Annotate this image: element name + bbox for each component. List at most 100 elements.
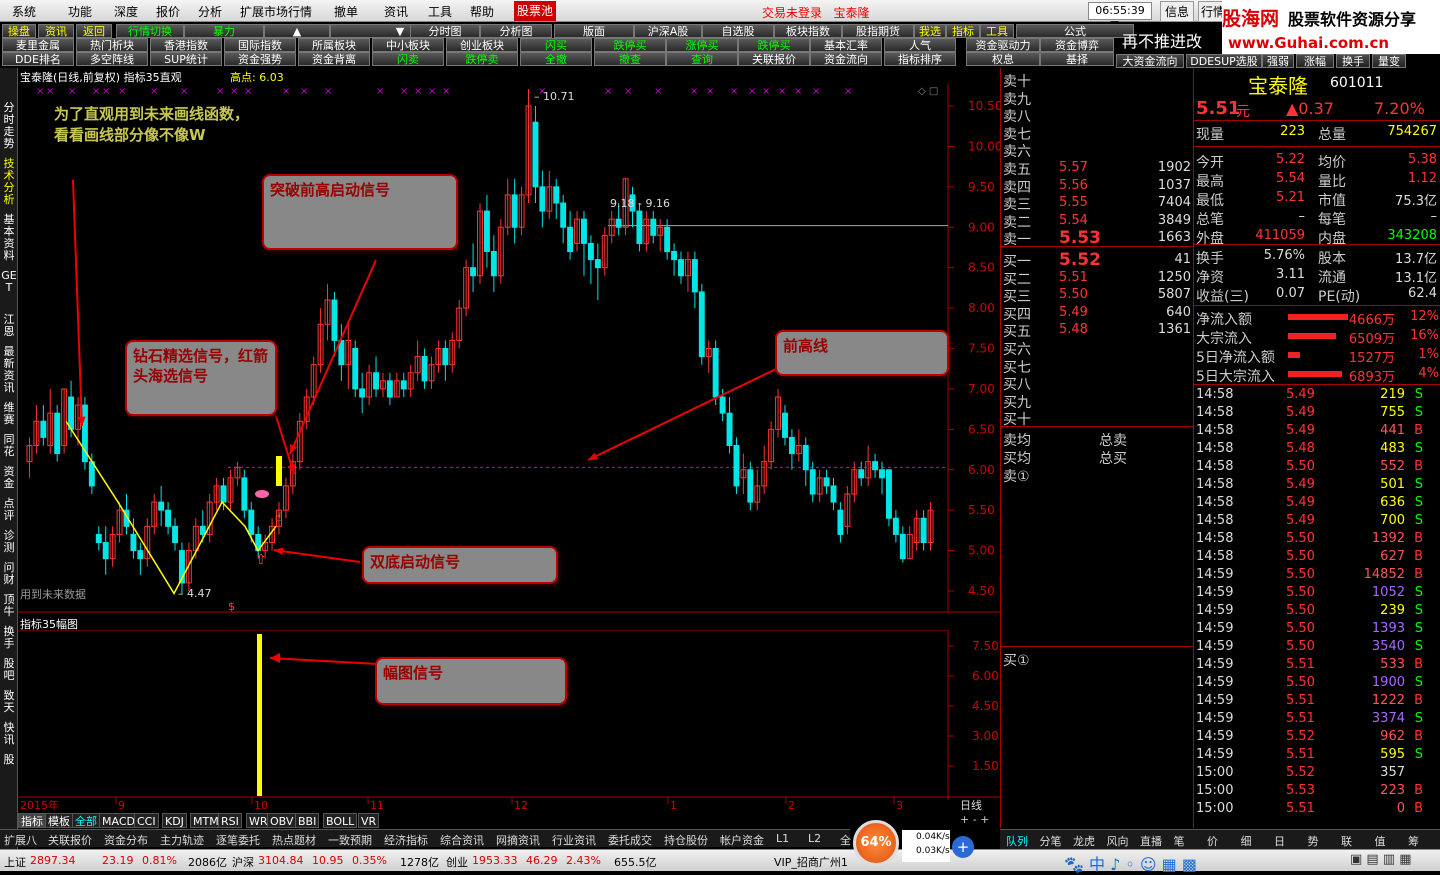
toolbar-btn-16[interactable]: 工具 — [980, 24, 1014, 38]
toolbar-btn-0[interactable]: 操盘 — [2, 24, 36, 38]
left-tab-13[interactable]: 换手 — [0, 626, 18, 650]
add-icon[interactable]: + — [952, 836, 974, 858]
right-tab-3[interactable]: 涨幅 — [1296, 54, 1334, 68]
func-tab-0[interactable]: 扩展八 — [4, 832, 37, 848]
func-tab-7[interactable]: 经济指标 — [384, 832, 428, 848]
right-tab-4[interactable]: 换手 — [1336, 54, 1370, 68]
indicator-tab-5[interactable]: KDJ — [162, 813, 187, 828]
info-button[interactable]: 信息 — [1160, 1, 1195, 22]
toolbar-row3-13[interactable]: 权息 — [966, 52, 1040, 66]
toolbar-row2-0[interactable]: 麦里金属 — [2, 38, 74, 52]
left-tab-1[interactable]: 技术分析 — [0, 158, 18, 206]
toolbar-row2-6[interactable]: 创业板块 — [446, 38, 518, 52]
zoom-controls[interactable]: + - + — [960, 813, 1000, 828]
func-tab-14[interactable]: L1 — [776, 832, 789, 845]
toolbar-row3-9[interactable]: 查询 — [666, 52, 738, 66]
toolbar-btn-5[interactable]: ▲ — [264, 24, 330, 38]
left-tab-12[interactable]: 顶牛 — [0, 594, 18, 618]
left-tab-4[interactable]: 江恩 — [0, 314, 18, 338]
right-bottom-tab-5[interactable]: 笔 — [1174, 833, 1185, 849]
right-bottom-tab-1[interactable]: 分笔 — [1040, 833, 1062, 849]
left-tab-6[interactable]: 维赛 — [0, 402, 18, 426]
indicator-tab-4[interactable]: CCI — [134, 813, 159, 828]
right-bottom-tab-6[interactable]: 价 — [1207, 833, 1218, 849]
toolbar-row3-4[interactable]: 资金背离 — [298, 52, 370, 66]
right-bottom-tab-7[interactable]: 细 — [1241, 833, 1252, 849]
vip-account[interactable]: VIP_招商广州1 — [774, 854, 848, 870]
left-tab-10[interactable]: 诊测 — [0, 530, 18, 554]
toolbar-btn-15[interactable]: 指标 — [946, 24, 980, 38]
toolbar-row2-2[interactable]: 香港指数 — [150, 38, 222, 52]
func-tab-1[interactable]: 关联报价 — [48, 832, 92, 848]
func-tab-6[interactable]: 一致预期 — [328, 832, 372, 848]
menu-analysis[interactable]: 分析 — [198, 3, 222, 20]
right-bottom-tab-4[interactable]: 直播 — [1140, 833, 1162, 849]
func-tab-8[interactable]: 综合资讯 — [440, 832, 484, 848]
left-tab-0[interactable]: 分时走势 — [0, 102, 18, 150]
toolbar-row3-2[interactable]: SUP统计 — [150, 52, 222, 66]
right-tab-5[interactable]: 量变 — [1372, 54, 1406, 68]
toolbar-row3-11[interactable]: 资金流向 — [810, 52, 882, 66]
indicator-tab-0[interactable]: 指标 — [18, 813, 46, 828]
toolbar-btn-17[interactable]: 公式 — [1016, 24, 1134, 38]
right-bottom-tab-10[interactable]: 联 — [1341, 833, 1352, 849]
indicator-tab-6[interactable]: MTM — [190, 813, 222, 828]
toolbar-row2-13[interactable]: 资金驱动力 — [966, 38, 1040, 52]
left-tab-9[interactable]: 点评 — [0, 498, 18, 522]
toolbar-row2-3[interactable]: 国际指数 — [224, 38, 296, 52]
toolbar-row2-9[interactable]: 涨停买 — [666, 38, 738, 52]
right-tab-1[interactable]: DDESUP选股 — [1186, 54, 1262, 68]
menu-help[interactable]: 帮助 — [470, 3, 494, 20]
indicator-tab-9[interactable]: OBV — [267, 813, 297, 828]
toolbar-row3-10[interactable]: 关联报价 — [738, 52, 810, 66]
toolbar-row3-3[interactable]: 资金强势 — [224, 52, 296, 66]
left-tab-8[interactable]: 资金 — [0, 466, 18, 490]
toolbar-btn-9[interactable]: 版面 — [554, 24, 634, 38]
toolbar-row2-5[interactable]: 中小板块 — [372, 38, 444, 52]
toolbar-row2-1[interactable]: 热门析块 — [76, 38, 148, 52]
right-bottom-tab-12[interactable]: 筹 — [1408, 833, 1419, 849]
toolbar-row2-14[interactable]: 资金博弈 — [1040, 38, 1114, 52]
menu-cancel-order[interactable]: 撤单 — [334, 3, 358, 20]
toolbar-row3-12[interactable]: 指标排序 — [884, 52, 956, 66]
left-tab-2[interactable]: 基本资料 — [0, 214, 18, 262]
toolbar-btn-4[interactable]: 暴力 — [184, 24, 264, 38]
toolbar-btn-7[interactable]: 分时图 — [410, 24, 480, 38]
right-bottom-tab-8[interactable]: 日 — [1274, 833, 1285, 849]
left-tab-17[interactable]: 股 — [0, 754, 18, 766]
toolbar-btn-14[interactable]: 我选 — [914, 24, 946, 38]
tray-icons[interactable]: ▣ ▤ ▥ ▦ — [1350, 852, 1412, 867]
indicator-tab-2[interactable]: 全部 — [72, 813, 100, 828]
toolbar-row2-10[interactable]: 跌停买 — [738, 38, 810, 52]
hs-index-label[interactable]: 沪深 — [232, 854, 254, 870]
left-tab-3[interactable]: GET — [0, 270, 18, 306]
func-tab-10[interactable]: 行业资讯 — [552, 832, 596, 848]
menu-function[interactable]: 功能 — [68, 3, 92, 20]
toolbar-btn-3[interactable]: 行情切换 — [116, 24, 184, 38]
toolbar-row3-8[interactable]: 撤查 — [594, 52, 666, 66]
push-text[interactable]: 再不推进改 — [1122, 28, 1202, 52]
menu-tools[interactable]: 工具 — [428, 3, 452, 20]
toolbar-btn-2[interactable]: 返回 — [76, 24, 112, 38]
toolbar-row2-7[interactable]: 闪买 — [520, 38, 592, 52]
toolbar-row3-5[interactable]: 闪卖 — [372, 52, 444, 66]
indicator-tab-1[interactable]: 模板 — [45, 813, 73, 828]
left-tab-15[interactable]: 致天 — [0, 690, 18, 714]
ime-paw-icon[interactable]: 🐾 中 ♪ ◦ ☺ ▦ ▩ — [1064, 851, 1197, 875]
indicator-tab-3[interactable]: MACD — [99, 813, 138, 828]
toolbar-row3-0[interactable]: DDE排名 — [2, 52, 74, 66]
toolbar-row3-14[interactable]: 基择 — [1040, 52, 1114, 66]
sh-index-label[interactable]: 上证 — [4, 854, 26, 870]
indicator-tab-7[interactable]: RSI — [218, 813, 242, 828]
left-tab-7[interactable]: 同花 — [0, 434, 18, 458]
toolbar-btn-10[interactable]: 沪深A股 — [634, 24, 702, 38]
indicator-tab-10[interactable]: BBI — [295, 813, 320, 828]
menu-quote[interactable]: 报价 — [156, 3, 180, 20]
menu-news[interactable]: 资讯 — [384, 3, 408, 20]
toolbar-btn-1[interactable]: 资讯 — [38, 24, 74, 38]
toolbar-btn-8[interactable]: 分析图 — [480, 24, 552, 38]
func-tab-3[interactable]: 主力轨迹 — [160, 832, 204, 848]
network-speed-badge[interactable]: 64% — [853, 820, 899, 866]
func-tab-13[interactable]: 帐户资金 — [720, 832, 764, 848]
stock-pool-button[interactable]: 股票池 — [514, 1, 556, 21]
